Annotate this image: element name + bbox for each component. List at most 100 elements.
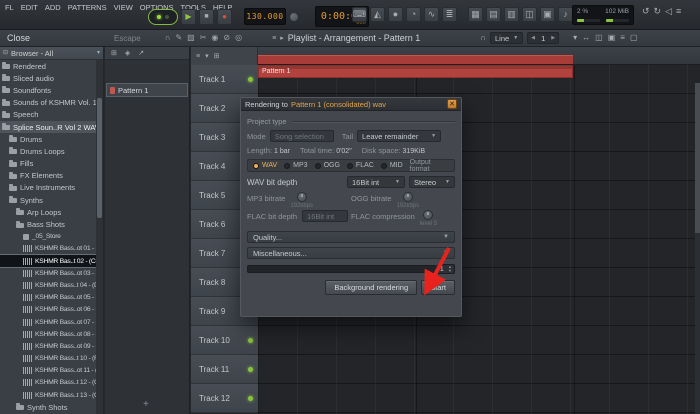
start-button[interactable]: Start	[421, 280, 455, 295]
multilink-icon[interactable]: ◫	[595, 34, 603, 42]
track-header[interactable]: Track 12	[191, 384, 258, 413]
online-panel-icon[interactable]: ↻	[654, 7, 662, 16]
wav-channels-dropdown[interactable]: Stereo ▼	[409, 176, 455, 188]
playlist-menu-icon[interactable]: ≡	[272, 35, 276, 42]
about-icon[interactable]: ≡	[676, 7, 681, 16]
format-option-mid[interactable]: MID	[381, 162, 403, 169]
track-collapse-icon[interactable]: ▾	[205, 53, 209, 60]
browser-scrollbar[interactable]	[96, 60, 103, 414]
play-button[interactable]: ▶	[181, 9, 196, 25]
track-header[interactable]: Track 11	[191, 355, 258, 384]
track-header[interactable]: Track 1	[191, 65, 258, 94]
detach-icon[interactable]: ▣	[608, 34, 616, 42]
browser-item[interactable]: KSHMR Bass..ot 06 - (D)	[0, 304, 97, 316]
pattern-grid-icon[interactable]: ⊞	[111, 50, 117, 57]
typing-keyboard-icon[interactable]: ⌨	[352, 7, 367, 22]
browser-item[interactable]: KSHMR Bass..ot 01 - (C)	[0, 243, 97, 255]
render-dialog-titlebar[interactable]: Rendering to Pattern 1 (consolidated) wa…	[241, 98, 461, 111]
track-mute-led[interactable]	[248, 338, 253, 343]
stepper-left-icon[interactable]: ◀	[531, 35, 535, 41]
playlist-window-icon[interactable]: ▦	[468, 7, 483, 22]
browser-item[interactable]: KSHMR Bass..ot 11 - (G)	[0, 365, 97, 377]
collapse-icon[interactable]: ⊟	[3, 50, 8, 56]
slice-tool-icon[interactable]: ✂	[200, 34, 207, 42]
playlist-scrollbar-thumb[interactable]	[695, 83, 700, 233]
browser-item[interactable]: Speech	[0, 109, 97, 121]
browser-item[interactable]: Live Instruments	[0, 182, 97, 194]
track-mute-led[interactable]	[248, 77, 253, 82]
browser-item[interactable]: KSHMR Bass..ot 03 - (D)	[0, 267, 97, 279]
playlist-ruler[interactable]: ≡ ▾ ⊞	[191, 47, 700, 65]
browser-item[interactable]: Fills	[0, 158, 97, 170]
piano-roll-window-icon[interactable]: ▤	[486, 7, 501, 22]
browser-header[interactable]: ⊟ Browser - All ▾	[0, 47, 103, 60]
wait-for-input-icon[interactable]: ●	[388, 7, 403, 22]
quality-section[interactable]: Quality... ▼	[247, 231, 455, 243]
format-option-flac[interactable]: FLAC	[347, 162, 374, 169]
tail-dropdown[interactable]: Leave remainder ▼	[357, 130, 441, 142]
browser-item[interactable]: KSHMR Bass..ot 07 - (E)	[0, 316, 97, 328]
flac-depth-dropdown[interactable]: 16Bit int	[302, 210, 348, 222]
spinner-arrows-icon[interactable]: ▲▼	[448, 265, 452, 273]
add-pattern-button[interactable]: +	[143, 399, 149, 410]
undo-icon[interactable]: ↺	[642, 7, 650, 16]
track-add-icon[interactable]: ⊞	[214, 53, 220, 60]
browser-item[interactable]: Synths	[0, 194, 97, 206]
browser-item[interactable]: KSHMR Bass..ot 08 - (E)	[0, 328, 97, 340]
miscellaneous-section[interactable]: Miscellaneous... ▼	[247, 247, 455, 259]
browser-item[interactable]: Soundfonts	[0, 84, 97, 96]
menu-item-edit[interactable]: EDIT	[21, 3, 38, 12]
recording-mode-icon[interactable]: ∿	[424, 7, 439, 22]
record-button[interactable]: ●	[217, 9, 232, 25]
track-list-icon[interactable]: ≡	[196, 53, 200, 60]
pattern-expand-icon[interactable]: ↗	[138, 50, 144, 57]
snap-magnet-icon[interactable]: ∩	[480, 34, 486, 42]
browser-item[interactable]: Arp Loops	[0, 206, 97, 218]
browser-item[interactable]: _05_Store	[0, 231, 97, 243]
ogg-bitrate-knob[interactable]	[403, 192, 413, 202]
browser-item[interactable]: Sounds of KSHMR Vol. 1	[0, 97, 97, 109]
browser-item[interactable]: KSHMR Bass..t 12 - (G#)	[0, 377, 97, 389]
volume-icon[interactable]: ◁	[665, 7, 672, 16]
snap-dropdown[interactable]: Line ▼	[490, 32, 523, 44]
mp3-bitrate-knob[interactable]	[297, 192, 307, 202]
stepper-right-icon[interactable]: ▶	[551, 35, 555, 41]
step-edit-icon[interactable]: ≣	[442, 7, 457, 22]
background-rendering-button[interactable]: Background rendering	[325, 280, 417, 295]
chevron-down-icon[interactable]: ▾	[97, 50, 100, 56]
flac-compression-knob[interactable]	[423, 210, 433, 220]
menu-item-patterns[interactable]: PATTERNS	[68, 3, 107, 12]
time-selection[interactable]	[258, 55, 573, 64]
zoom-tool-icon[interactable]: ◎	[235, 34, 242, 42]
pattern-swap-icon[interactable]: ◈	[125, 50, 130, 57]
arrangement-picker-icon[interactable]: ▸	[280, 35, 284, 42]
browser-scrollbar-thumb[interactable]	[97, 98, 102, 218]
menu-item-fl[interactable]: FL	[5, 3, 14, 12]
countdown-icon[interactable]: ◔	[406, 7, 421, 22]
tempo-knob[interactable]	[289, 12, 299, 22]
browser-item[interactable]: Synth Shots	[0, 401, 97, 413]
format-option-mp3[interactable]: MP3	[284, 162, 307, 169]
tempo-display[interactable]: 130.000	[244, 8, 286, 25]
pattern-stepper[interactable]: ◀ 1 ▶	[527, 32, 559, 44]
playlist-scrollbar[interactable]	[695, 83, 700, 414]
stop-button[interactable]: ■	[199, 9, 214, 25]
browser-item[interactable]: Drums	[0, 133, 97, 145]
draw-tool-icon[interactable]: ✎	[175, 34, 182, 42]
copies-spinner[interactable]: 1 ▲▼	[437, 264, 455, 274]
track-mute-led[interactable]	[248, 396, 253, 401]
close-icon[interactable]: ✕	[447, 99, 457, 109]
browser-item[interactable]: KSHMR Bass..ot 05 - (D)	[0, 292, 97, 304]
slip-tool-icon[interactable]: ⊘	[223, 34, 230, 42]
plugin-picker-icon[interactable]: ▣	[540, 7, 555, 22]
menu-icon[interactable]: ≡	[620, 34, 625, 42]
browser-item[interactable]: KSHMR Bass..t 13 - (G#)	[0, 389, 97, 401]
pattern-clip[interactable]: Pattern 1	[258, 65, 573, 78]
browser-window-icon[interactable]: ◫	[522, 7, 537, 22]
browser-item[interactable]: Rendered	[0, 60, 97, 72]
pattern-item[interactable]: Pattern 1	[107, 84, 187, 96]
format-option-wav[interactable]: WAV	[253, 162, 277, 169]
browser-item[interactable]: KSHMR Bass..ot 09 - (F)	[0, 340, 97, 352]
magnet-icon[interactable]: ∩	[165, 34, 171, 42]
wav-depth-dropdown[interactable]: 16Bit int ▼	[347, 176, 405, 188]
